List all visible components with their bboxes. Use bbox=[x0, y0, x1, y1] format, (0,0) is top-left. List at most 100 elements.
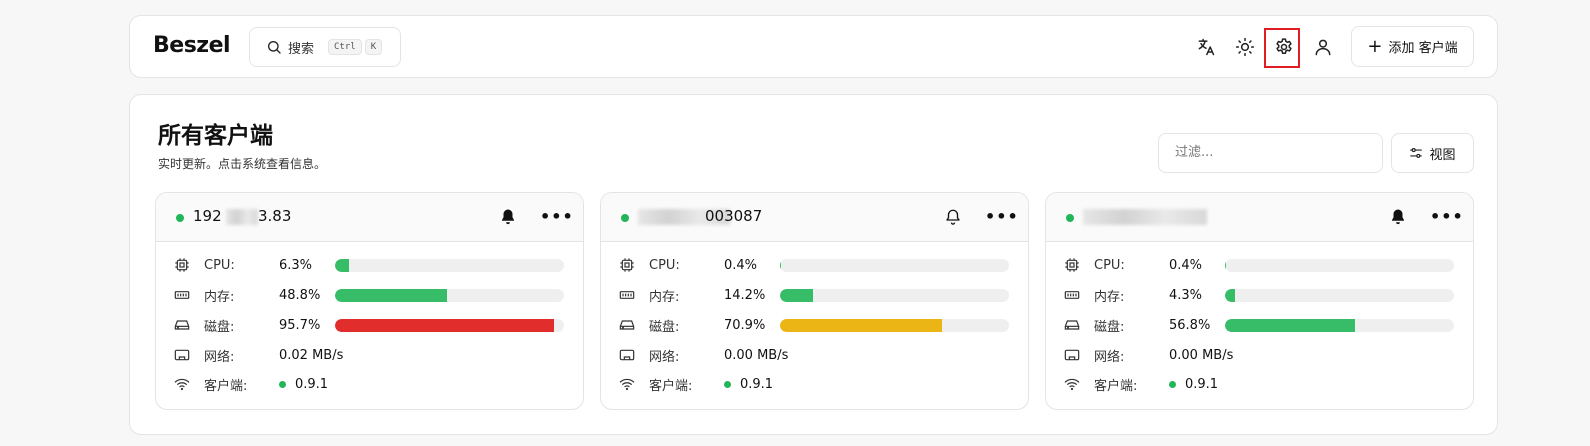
memory-label: 内存: bbox=[649, 289, 680, 305]
network-label: 网络: bbox=[649, 349, 680, 365]
memory-icon bbox=[1064, 291, 1080, 299]
system-card-header: ••• bbox=[1046, 193, 1473, 242]
cpu-row: CPU: 0.4% bbox=[1064, 255, 1459, 275]
settings-icon bbox=[1276, 38, 1292, 54]
cpu-value: 0.4% bbox=[724, 257, 758, 273]
kbd-ctrl: Ctrl bbox=[328, 39, 362, 55]
search-label: 搜索 bbox=[288, 41, 315, 57]
add-client-button[interactable]: + 添加 客户端 bbox=[1351, 26, 1474, 67]
memory-value: 4.3% bbox=[1169, 287, 1203, 303]
kbd-k: K bbox=[364, 39, 383, 55]
user-menu-button[interactable] bbox=[1309, 33, 1337, 61]
agent-status-dot bbox=[724, 380, 731, 388]
user-icon bbox=[1315, 39, 1331, 56]
wifi-icon bbox=[1064, 378, 1080, 391]
cpu-label: CPU: bbox=[649, 257, 680, 273]
network-row: 网络: 0.00 MB/s bbox=[619, 345, 1014, 365]
cpu-bar bbox=[1225, 258, 1454, 272]
language-button[interactable] bbox=[1192, 33, 1220, 61]
system-name-tail: 3.83 bbox=[258, 207, 292, 225]
memory-icon bbox=[174, 291, 190, 299]
cpu-bar bbox=[780, 258, 1009, 272]
status-up-dot bbox=[621, 214, 629, 222]
agent-label: 客户端: bbox=[649, 378, 693, 394]
agent-row: 客户端: 0.9.1 bbox=[619, 374, 1014, 394]
memory-value: 48.8% bbox=[279, 287, 321, 303]
memory-row: 内存: 14.2% bbox=[619, 285, 1014, 305]
bell-filled-icon[interactable] bbox=[499, 208, 517, 226]
disk-icon bbox=[619, 320, 635, 330]
filter-input[interactable]: 过滤... bbox=[1158, 133, 1383, 173]
memory-row: 内存: 48.8% bbox=[174, 285, 569, 305]
page-subtitle: 实时更新。点击系统查看信息。 bbox=[158, 157, 327, 171]
search-button[interactable]: 搜索 Ctrl K bbox=[249, 27, 401, 67]
agent-version: 0.9.1 bbox=[295, 376, 329, 392]
system-card[interactable]: 003087 ••• CPU: 0.4% 内存: 14.2% 磁盘: 70.9%… bbox=[600, 192, 1029, 410]
redacted-text bbox=[226, 209, 258, 225]
bell-filled-icon[interactable] bbox=[1389, 208, 1407, 226]
theme-toggle-button[interactable] bbox=[1231, 33, 1259, 61]
disk-value: 95.7% bbox=[279, 317, 321, 333]
network-icon bbox=[619, 349, 635, 361]
sun-icon bbox=[1235, 37, 1255, 57]
system-card[interactable]: ••• CPU: 0.4% 内存: 4.3% 磁盘: 56.8% 网络: 0.0… bbox=[1045, 192, 1474, 410]
more-options-icon[interactable]: ••• bbox=[540, 207, 574, 226]
status-up-dot bbox=[176, 214, 184, 222]
cpu-bar-fill bbox=[335, 258, 350, 272]
memory-bar-fill bbox=[1225, 288, 1235, 302]
cpu-icon bbox=[620, 258, 634, 272]
top-navbar: Beszel 搜索 Ctrl K + 添加 客户端 bbox=[129, 15, 1498, 78]
system-card-header: 192 3.83 ••• bbox=[156, 193, 583, 242]
memory-bar bbox=[335, 288, 564, 302]
page-title: 所有客户端 bbox=[158, 123, 273, 149]
network-label: 网络: bbox=[204, 349, 235, 365]
logo[interactable]: Beszel bbox=[153, 33, 231, 58]
disk-bar bbox=[780, 318, 1009, 332]
disk-icon bbox=[174, 320, 190, 330]
cpu-bar-fill bbox=[1225, 258, 1226, 272]
add-client-label: 添加 客户端 bbox=[1388, 41, 1458, 56]
disk-label: 磁盘: bbox=[1094, 319, 1125, 335]
cpu-bar-fill bbox=[780, 258, 781, 272]
wifi-icon bbox=[619, 378, 635, 391]
memory-bar-fill bbox=[780, 288, 813, 302]
disk-bar-fill bbox=[335, 318, 555, 332]
disk-bar-fill bbox=[780, 318, 943, 332]
status-up-dot bbox=[1066, 214, 1074, 222]
more-options-icon[interactable]: ••• bbox=[1430, 207, 1464, 226]
agent-status-dot bbox=[279, 380, 286, 388]
disk-row: 磁盘: 95.7% bbox=[174, 315, 569, 335]
system-name-tail: 003087 bbox=[705, 207, 763, 225]
agent-row: 客户端: 0.9.1 bbox=[174, 374, 569, 394]
more-options-icon[interactable]: ••• bbox=[985, 207, 1019, 226]
cpu-label: CPU: bbox=[204, 257, 235, 273]
system-card[interactable]: 192 3.83 ••• CPU: 6.3% 内存: 48.8% 磁盘: 95.… bbox=[155, 192, 584, 410]
translate-icon bbox=[1198, 38, 1215, 56]
view-button[interactable]: 视图 bbox=[1391, 133, 1474, 173]
disk-label: 磁盘: bbox=[649, 319, 680, 335]
view-label: 视图 bbox=[1429, 147, 1456, 163]
system-card-header: 003087 ••• bbox=[601, 193, 1028, 242]
system-name[interactable]: 192 bbox=[193, 207, 222, 225]
disk-label: 磁盘: bbox=[204, 319, 235, 335]
cpu-value: 0.4% bbox=[1169, 257, 1203, 273]
network-row: 网络: 0.00 MB/s bbox=[1064, 345, 1459, 365]
cpu-bar bbox=[335, 258, 564, 272]
search-icon bbox=[268, 41, 281, 54]
memory-row: 内存: 4.3% bbox=[1064, 285, 1459, 305]
network-value: 0.00 MB/s bbox=[1169, 347, 1234, 363]
network-label: 网络: bbox=[1094, 349, 1125, 365]
agent-label: 客户端: bbox=[204, 378, 248, 394]
settings-button[interactable] bbox=[1270, 33, 1298, 61]
memory-bar bbox=[780, 288, 1009, 302]
bell-icon[interactable] bbox=[944, 208, 962, 226]
sliders-icon bbox=[1410, 148, 1423, 158]
memory-bar bbox=[1225, 288, 1454, 302]
memory-label: 内存: bbox=[204, 289, 235, 305]
memory-value: 14.2% bbox=[724, 287, 766, 303]
disk-bar bbox=[1225, 318, 1454, 332]
redacted-text bbox=[1083, 209, 1207, 225]
wifi-icon bbox=[174, 378, 190, 391]
disk-row: 磁盘: 56.8% bbox=[1064, 315, 1459, 335]
plus-icon: + bbox=[1367, 35, 1383, 57]
